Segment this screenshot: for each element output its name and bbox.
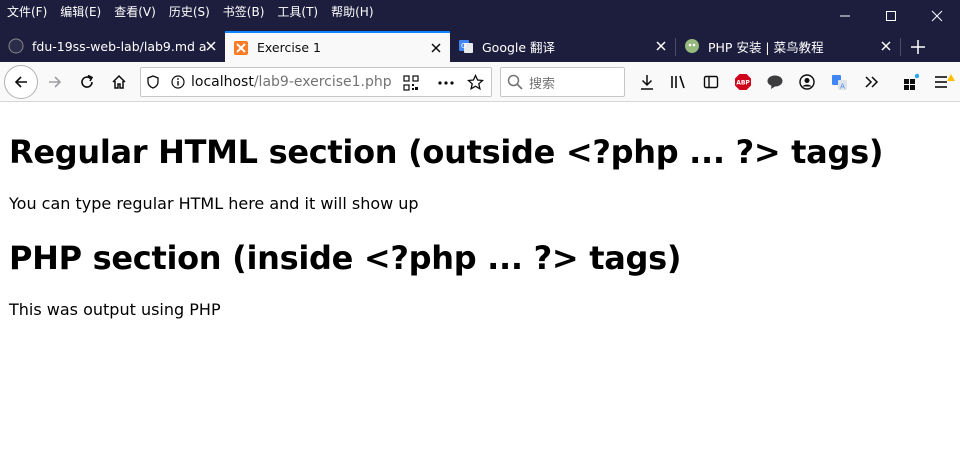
extensions-button[interactable] xyxy=(895,66,927,98)
menu-bar: 文件(F) 编辑(E) 查看(V) 历史(S) 书签(B) 工具(T) 帮助(H… xyxy=(0,0,960,31)
reload-icon xyxy=(81,74,94,88)
translate-extension-button[interactable]: A xyxy=(823,66,855,98)
search-icon xyxy=(507,74,523,90)
bookmark-star-icon[interactable] xyxy=(466,73,485,95)
paragraph-php-output: This was output using PHP xyxy=(9,300,221,319)
adblock-plus-icon: ABP xyxy=(735,74,751,90)
menu-edit[interactable]: 编辑(E) xyxy=(60,3,101,20)
arrow-left-icon xyxy=(14,75,27,88)
page-actions-icon[interactable] xyxy=(437,75,455,95)
close-icon xyxy=(656,41,666,51)
shield-icon[interactable] xyxy=(141,75,165,89)
paragraph-regular-html: You can type regular HTML here and it wi… xyxy=(9,194,419,213)
adblock-plus-button[interactable]: ABP xyxy=(727,66,759,98)
extensions-icon xyxy=(904,73,920,90)
tab-close-button[interactable] xyxy=(653,38,669,54)
navigation-toolbar: localhost/lab9-exercise1.php 搜索 ABP A xyxy=(0,62,960,102)
forward-button[interactable] xyxy=(39,66,71,98)
maximize-icon xyxy=(886,10,896,21)
menu-tools[interactable]: 工具(T) xyxy=(277,3,318,20)
svg-text:A: A xyxy=(840,82,845,90)
downloads-button[interactable] xyxy=(631,66,663,98)
qr-code-icon[interactable] xyxy=(403,75,419,95)
library-button[interactable] xyxy=(663,66,695,98)
arrow-right-icon xyxy=(49,75,62,88)
url-bar[interactable]: localhost/lab9-exercise1.php xyxy=(140,67,492,97)
close-icon xyxy=(206,41,216,51)
menu-items: 文件(F) 编辑(E) 查看(V) 历史(S) 书签(B) 工具(T) 帮助(H… xyxy=(0,0,387,20)
sidebar-icon xyxy=(703,75,719,89)
chevrons-right-icon xyxy=(865,76,879,88)
menu-bookmarks[interactable]: 书签(B) xyxy=(223,3,265,20)
tab-google-translate[interactable]: G Google 翻译 xyxy=(450,31,675,61)
tab-strip: fdu-19ss-web-lab/lab9.md a Exercise 1 G … xyxy=(0,31,960,62)
minimize-button[interactable] xyxy=(822,0,868,31)
overflow-menu-button[interactable] xyxy=(855,66,887,98)
hamburger-menu-icon xyxy=(935,74,955,88)
url-host: localhost xyxy=(191,74,254,90)
tab-runoob[interactable]: PHP 安装 | 菜鸟教程 xyxy=(676,31,900,61)
tab-title: Exercise 1 xyxy=(257,40,321,55)
svg-text:ABP: ABP xyxy=(736,80,750,87)
home-icon xyxy=(112,74,126,89)
download-icon xyxy=(641,75,653,90)
menu-history[interactable]: 历史(S) xyxy=(169,3,210,20)
menu-file[interactable]: 文件(F) xyxy=(7,3,47,20)
search-placeholder: 搜索 xyxy=(529,76,556,92)
close-icon xyxy=(431,43,441,53)
tab-title: Google 翻译 xyxy=(482,39,556,55)
menu-help[interactable]: 帮助(H) xyxy=(331,3,373,20)
info-icon[interactable] xyxy=(165,75,191,89)
xampp-icon xyxy=(233,40,249,56)
window-controls xyxy=(822,0,960,31)
chat-extension-button[interactable] xyxy=(759,66,791,98)
plus-icon xyxy=(911,39,925,54)
close-icon xyxy=(931,10,943,21)
home-button[interactable] xyxy=(103,66,135,98)
tab-title: PHP 安装 | 菜鸟教程 xyxy=(708,39,824,55)
chat-bubble-icon xyxy=(767,75,783,89)
url-path: /lab9-exercise1.php xyxy=(253,74,392,90)
back-button[interactable] xyxy=(4,64,38,99)
url-text[interactable]: localhost/lab9-exercise1.php xyxy=(191,74,392,90)
runoob-icon xyxy=(684,38,700,54)
account-icon xyxy=(799,74,815,90)
heading-regular-html: Regular HTML section (outside <?php ... … xyxy=(9,133,884,171)
library-icon xyxy=(671,75,685,89)
reload-button[interactable] xyxy=(71,66,103,98)
page-content: Regular HTML section (outside <?php ... … xyxy=(0,122,960,468)
app-menu-button[interactable] xyxy=(928,66,960,98)
tab-close-button[interactable] xyxy=(203,38,219,54)
close-icon xyxy=(881,41,891,51)
menu-view[interactable]: 查看(V) xyxy=(114,3,156,20)
account-button[interactable] xyxy=(791,66,823,98)
svg-text:G: G xyxy=(461,42,466,50)
translate-icon: A xyxy=(831,74,847,90)
tab-title: fdu-19ss-web-lab/lab9.md a xyxy=(32,38,207,54)
minimize-icon xyxy=(840,15,850,16)
maximize-button[interactable] xyxy=(868,0,914,31)
heading-php-section: PHP section (inside <?php ... ?> tags) xyxy=(9,239,682,277)
sidebar-button[interactable] xyxy=(695,66,727,98)
github-icon xyxy=(8,38,24,54)
tab-close-button[interactable] xyxy=(878,38,894,54)
tab-github[interactable]: fdu-19ss-web-lab/lab9.md a xyxy=(0,31,225,61)
tab-exercise-1[interactable]: Exercise 1 xyxy=(225,31,450,62)
close-window-button[interactable] xyxy=(914,0,960,31)
search-bar[interactable]: 搜索 xyxy=(500,67,625,97)
new-tab-button[interactable] xyxy=(901,31,935,62)
google-translate-icon: G xyxy=(458,38,474,54)
tab-close-button[interactable] xyxy=(428,40,444,56)
